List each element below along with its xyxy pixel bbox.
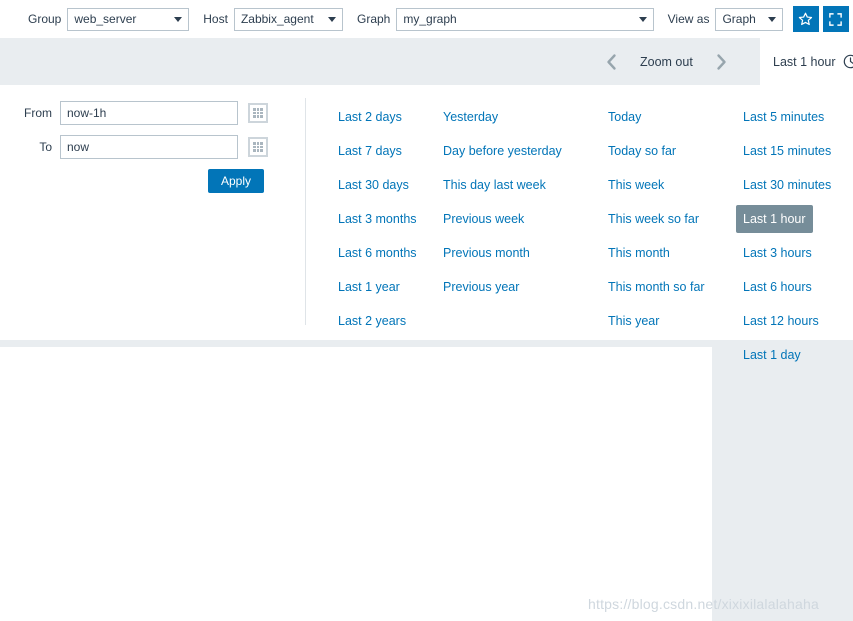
- quick-range-link[interactable]: This month: [601, 239, 677, 267]
- to-label: To: [39, 140, 52, 154]
- from-row: From: [0, 101, 290, 125]
- zoom-out-button[interactable]: Zoom out: [626, 55, 707, 69]
- quick-range-link[interactable]: This week: [601, 171, 671, 199]
- quick-range-link[interactable]: Last 5 minutes: [736, 103, 831, 131]
- quick-range-link[interactable]: Last 6 months: [331, 239, 424, 267]
- add-to-favorites-button[interactable]: [792, 6, 819, 32]
- quick-range-link[interactable]: Previous week: [436, 205, 531, 233]
- watermark-text: https://blog.csdn.net/xixixilalalahaha: [588, 596, 819, 612]
- expand-icon: [829, 12, 843, 26]
- quick-range-link[interactable]: Previous year: [436, 273, 526, 301]
- chevron-down-icon: [174, 17, 183, 22]
- from-to-form: From To Apply: [0, 101, 290, 193]
- host-select-value: Zabbix_agent: [240, 12, 314, 26]
- quick-range-link[interactable]: Yesterday: [436, 103, 505, 131]
- time-range-tab-active[interactable]: Last 1 hour: [760, 38, 853, 85]
- quick-range-link[interactable]: Last 6 hours: [736, 273, 819, 301]
- apply-row: Apply: [0, 169, 290, 193]
- quick-range-link[interactable]: This day last week: [436, 171, 553, 199]
- quick-range-link[interactable]: Today so far: [601, 137, 683, 165]
- quick-range-link[interactable]: Last 3 months: [331, 205, 424, 233]
- quick-ranges: Last 2 days Last 7 days Last 30 days Last 3…: [338, 103, 853, 375]
- star-icon: [799, 12, 813, 25]
- quick-range-link[interactable]: Last 1 hour: [736, 205, 813, 233]
- group-select[interactable]: web_server: [67, 7, 190, 31]
- quick-range-link[interactable]: Last 2 years: [331, 307, 413, 335]
- quick-range-link[interactable]: Last 7 days: [331, 137, 409, 165]
- graph-card: my_graph: [0, 347, 712, 621]
- from-input[interactable]: [60, 101, 238, 125]
- scroll-left-button[interactable]: [596, 38, 626, 85]
- quick-range-column-4: Last 5 minutes Last 15 minutes Last 30 min…: [736, 103, 853, 375]
- filter-toolbar: Group web_server Host Zabbix_agent Graph…: [0, 0, 853, 38]
- quick-range-link[interactable]: Last 30 days: [331, 171, 416, 199]
- to-input[interactable]: [60, 135, 238, 159]
- quick-range-link[interactable]: Last 12 hours: [736, 307, 826, 335]
- view-as-select[interactable]: Graph: [715, 7, 783, 31]
- chevron-down-icon: [638, 17, 647, 22]
- quick-range-link[interactable]: This week so far: [601, 205, 706, 233]
- host-select[interactable]: Zabbix_agent: [233, 7, 343, 31]
- clock-icon: [843, 54, 853, 69]
- graph-label: Graph: [356, 12, 391, 26]
- quick-range-column-3: Today Today so far This week This week so f…: [608, 103, 743, 375]
- apply-button[interactable]: Apply: [208, 169, 265, 193]
- group-label: Group: [28, 12, 62, 26]
- graph-select[interactable]: my_graph: [396, 7, 654, 31]
- kiosk-mode-button[interactable]: [822, 6, 849, 32]
- from-calendar-icon[interactable]: [248, 103, 268, 123]
- from-label: From: [24, 106, 52, 120]
- host-label: Host: [203, 12, 228, 26]
- quick-range-link[interactable]: Last 30 minutes: [736, 171, 838, 199]
- zoom-controls: Zoom out: [596, 38, 737, 85]
- to-calendar-icon[interactable]: [248, 137, 268, 157]
- quick-range-link[interactable]: Today: [601, 103, 648, 131]
- quick-range-column-2: Yesterday Day before yesterday This day la…: [443, 103, 608, 375]
- to-row: To: [0, 135, 290, 159]
- chevron-left-icon: [606, 53, 616, 70]
- quick-range-link[interactable]: Last 1 year: [331, 273, 407, 301]
- scroll-right-button[interactable]: [707, 38, 737, 85]
- time-range-tab-label: Last 1 hour: [773, 54, 836, 69]
- quick-range-link[interactable]: Last 15 minutes: [736, 137, 838, 165]
- time-filter-panel: From To Apply Last 2 days Last 7 days Last…: [0, 85, 853, 362]
- quick-range-link[interactable]: Previous month: [436, 239, 537, 267]
- graph-select-value: my_graph: [403, 12, 457, 26]
- quick-range-link[interactable]: Last 3 hours: [736, 239, 819, 267]
- quick-range-link[interactable]: Last 1 day: [736, 341, 808, 369]
- quick-range-link[interactable]: Day before yesterday: [436, 137, 569, 165]
- chevron-down-icon: [767, 17, 776, 22]
- quick-range-link[interactable]: Last 2 days: [331, 103, 409, 131]
- chevron-down-icon: [327, 17, 336, 22]
- quick-range-link[interactable]: This month so far: [601, 273, 712, 301]
- view-as-label: View as: [667, 12, 710, 26]
- group-select-value: web_server: [74, 12, 137, 26]
- panel-divider: [305, 98, 306, 325]
- quick-range-column-1: Last 2 days Last 7 days Last 30 days Last 3…: [338, 103, 443, 375]
- view-as-select-value: Graph: [722, 12, 756, 26]
- quick-range-link[interactable]: This year: [601, 307, 666, 335]
- time-tab-strip: Zoom out Last 1 hour: [0, 38, 853, 85]
- chevron-right-icon: [717, 53, 727, 70]
